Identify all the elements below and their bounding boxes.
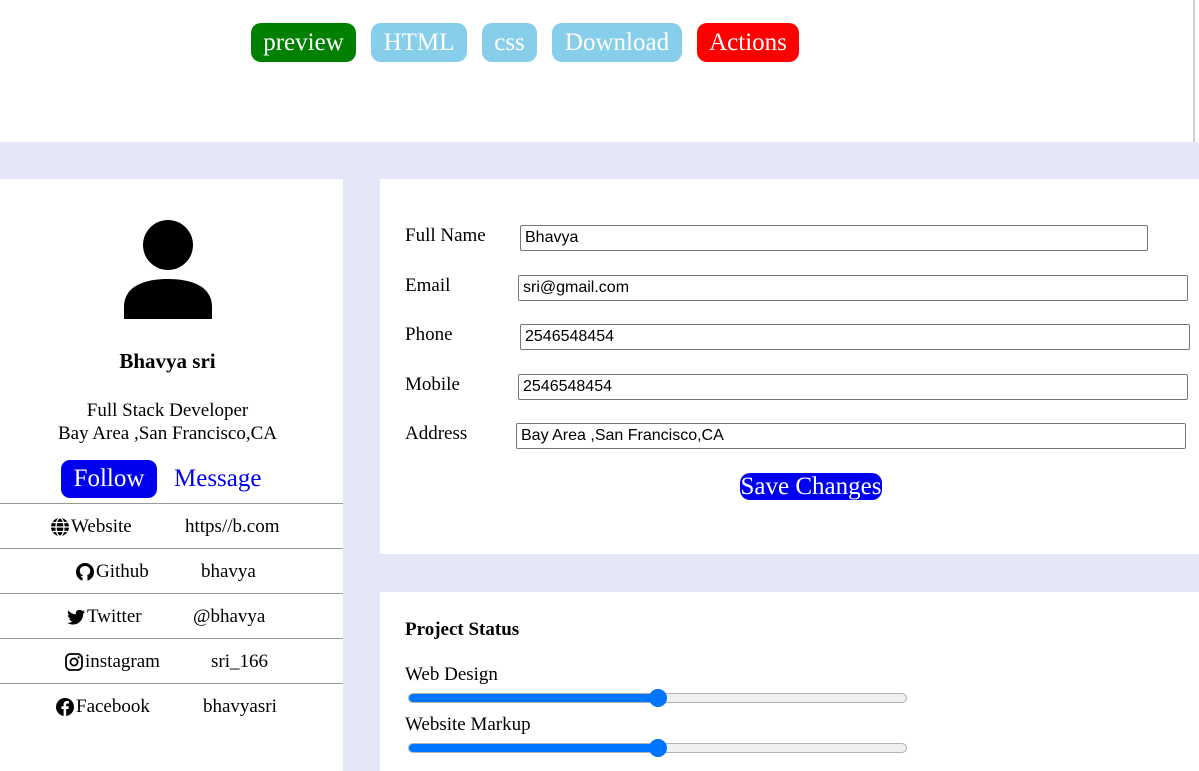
- social-link-label: Github: [96, 561, 149, 582]
- preview-button[interactable]: preview: [251, 23, 356, 62]
- scrollbar-edge: [1193, 0, 1199, 142]
- globe-icon: [51, 517, 69, 537]
- social-link-label: Website: [71, 516, 132, 537]
- social-link-instagram[interactable]: instagram sri_166: [0, 638, 343, 683]
- phone-label: Phone: [405, 324, 453, 345]
- email-label: Email: [405, 275, 451, 296]
- social-links-list: Website https//b.com Github bhavya Twitt…: [0, 503, 343, 728]
- facebook-icon: [56, 698, 74, 716]
- social-link-value: @bhavya: [193, 606, 266, 627]
- actions-button[interactable]: Actions: [697, 23, 799, 62]
- instagram-icon: [65, 653, 83, 671]
- address-field[interactable]: [516, 423, 1186, 449]
- social-link-website[interactable]: Website https//b.com: [0, 503, 343, 548]
- website-markup-label: Website Markup: [405, 714, 531, 735]
- slider-thumb[interactable]: [648, 739, 667, 757]
- social-link-twitter[interactable]: Twitter @bhavya: [0, 593, 343, 638]
- project-status-title: Project Status: [405, 619, 520, 640]
- css-button[interactable]: css: [482, 23, 537, 62]
- website-markup-slider[interactable]: [408, 739, 907, 757]
- web-design-label: Web Design: [405, 664, 498, 685]
- social-link-label: instagram: [85, 651, 160, 672]
- social-link-value: bhavyasri: [203, 696, 277, 717]
- profile-role: Full Stack Developer: [86, 400, 249, 421]
- slider-thumb[interactable]: [648, 689, 667, 707]
- profile-form: Full Name Email Phone Mobile Address Sav…: [380, 179, 1199, 554]
- user-avatar-icon: [124, 220, 212, 319]
- profile-name: Bhavya sri: [119, 349, 216, 373]
- web-design-slider[interactable]: [408, 689, 907, 707]
- social-link-value: sri_166: [211, 651, 268, 672]
- email-field[interactable]: [518, 275, 1188, 301]
- save-changes-button[interactable]: Save Changes: [740, 473, 882, 500]
- phone-field[interactable]: [520, 324, 1190, 350]
- social-link-value: bhavya: [201, 561, 256, 582]
- mobile-field[interactable]: [518, 374, 1188, 400]
- project-status-card: Project Status Web Design Website Markup: [380, 592, 1199, 771]
- mobile-label: Mobile: [405, 374, 460, 395]
- message-link[interactable]: Message: [174, 462, 261, 496]
- social-link-facebook[interactable]: Facebook bhavyasri: [0, 683, 343, 728]
- social-link-label: Facebook: [76, 696, 150, 717]
- address-label: Address: [405, 423, 468, 444]
- social-link-value: https//b.com: [185, 516, 280, 537]
- slider-fill: [409, 744, 658, 752]
- twitter-icon: [67, 609, 85, 625]
- follow-button[interactable]: Follow: [61, 460, 157, 498]
- fullname-label: Full Name: [405, 225, 486, 246]
- profile-location: Bay Area ,San Francisco,CA: [58, 423, 277, 444]
- github-icon: [76, 563, 94, 581]
- top-toolbar: preview HTML css Download Actions: [0, 0, 1193, 142]
- social-link-label: Twitter: [87, 606, 142, 627]
- fullname-field[interactable]: [520, 225, 1148, 251]
- download-button[interactable]: Download: [552, 23, 682, 62]
- html-button[interactable]: HTML: [371, 23, 467, 62]
- slider-fill: [409, 694, 658, 702]
- social-link-github[interactable]: Github bhavya: [0, 548, 343, 593]
- profile-card: Bhavya sri Full Stack Developer Bay Area…: [0, 179, 343, 771]
